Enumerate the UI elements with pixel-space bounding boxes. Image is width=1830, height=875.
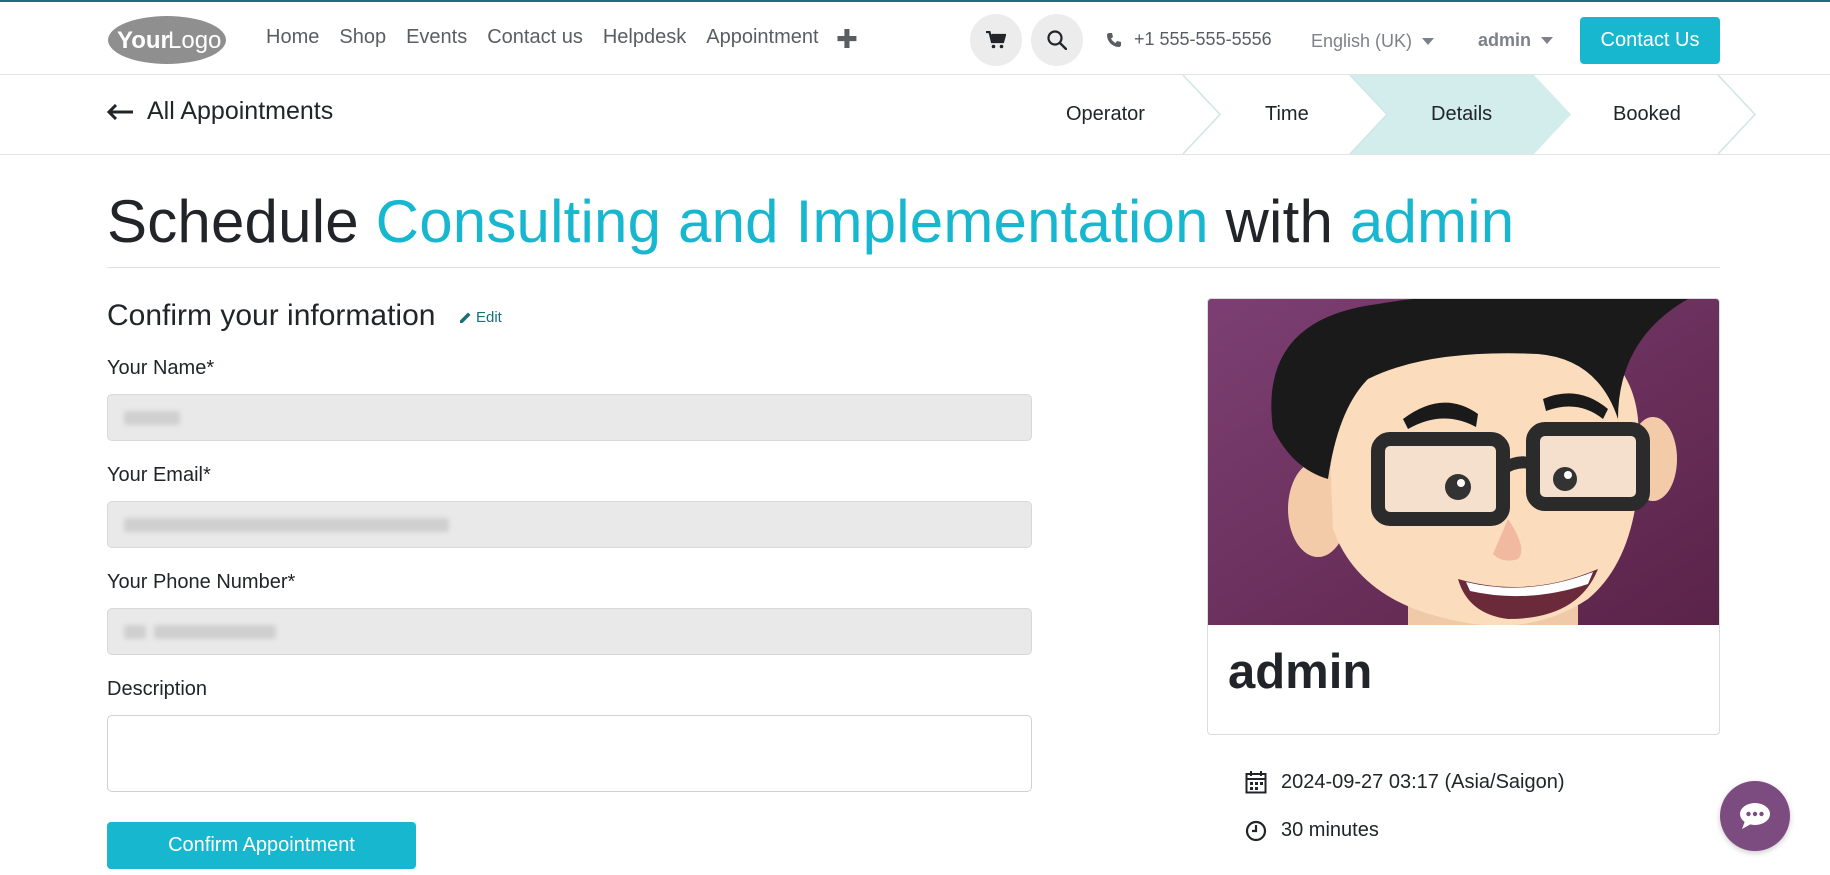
phone-number: +1 555-555-5556 — [1134, 29, 1272, 49]
booking-steps: Operator Time Details Booked — [1030, 75, 1830, 154]
phone-contact[interactable]: +1 555-555-5556 — [1106, 29, 1272, 50]
chevron-down-icon — [1422, 38, 1435, 45]
svg-text:Your: Your — [117, 27, 170, 54]
operator-name: admin — [1228, 645, 1373, 699]
main-menu: Home Shop Events Contact us Helpdesk App… — [266, 26, 819, 49]
back-label: All Appointments — [147, 97, 334, 125]
user-menu[interactable]: admin — [1478, 30, 1554, 51]
live-chat-button[interactable] — [1720, 781, 1790, 851]
language-label: English (UK) — [1311, 31, 1413, 51]
arrow-left-icon — [107, 103, 133, 120]
nav-events[interactable]: Events — [406, 26, 467, 49]
cart-button[interactable] — [970, 14, 1022, 66]
title-divider — [107, 267, 1720, 268]
email-field[interactable] — [107, 501, 1032, 548]
description-label: Description — [107, 678, 208, 700]
language-selector[interactable]: English (UK) — [1311, 31, 1435, 52]
redacted-value — [124, 411, 180, 425]
appointment-duration: 30 minutes — [1245, 819, 1379, 842]
operator-card: admin — [1207, 298, 1720, 735]
confirm-appointment-button[interactable]: Confirm Appointment — [107, 822, 416, 869]
cart-icon — [986, 31, 1006, 49]
name-label: Your Name* — [107, 357, 215, 379]
svg-text:Logo: Logo — [168, 27, 221, 54]
edit-link[interactable]: Edit — [459, 309, 502, 326]
nav-home[interactable]: Home — [266, 26, 319, 49]
title-service: Consulting and Implementation — [375, 188, 1209, 255]
confirm-info-heading: Confirm your information — [107, 299, 436, 332]
edit-label: Edit — [476, 309, 502, 326]
page-title: Schedule Consulting and Implementation w… — [107, 187, 1514, 256]
step-time: Time — [1265, 103, 1309, 125]
datetime-text: 2024-09-27 03:17 (Asia/Saigon) — [1281, 770, 1565, 793]
calendar-icon — [1245, 771, 1267, 794]
title-with: with — [1225, 188, 1334, 255]
nav-appointment[interactable]: Appointment — [706, 26, 818, 49]
redacted-value — [154, 625, 276, 639]
clock-icon — [1245, 820, 1267, 841]
top-navbar: Your Logo Home Shop Events Contact us He… — [0, 0, 1830, 75]
search-icon — [1047, 30, 1067, 50]
redacted-value — [124, 518, 449, 532]
title-prefix: Schedule — [107, 188, 359, 255]
pencil-icon — [460, 312, 471, 323]
description-textarea[interactable] — [107, 715, 1032, 792]
email-label: Your Email* — [107, 464, 211, 486]
title-operator: admin — [1349, 188, 1515, 255]
duration-text: 30 minutes — [1281, 819, 1379, 841]
step-details: Details — [1431, 103, 1493, 125]
search-button[interactable] — [1031, 14, 1083, 66]
redacted-value — [124, 625, 146, 639]
site-logo[interactable]: Your Logo — [107, 15, 227, 65]
step-booked: Booked — [1613, 103, 1681, 125]
name-field[interactable] — [107, 394, 1032, 441]
nav-shop[interactable]: Shop — [339, 26, 386, 49]
nav-contact-us[interactable]: Contact us — [487, 26, 583, 49]
phone-label: Your Phone Number* — [107, 571, 296, 593]
appointment-subbar: All Appointments Operator Time Details B… — [0, 75, 1830, 155]
appointment-datetime: 2024-09-27 03:17 (Asia/Saigon) — [1245, 770, 1565, 794]
chat-bubble-icon — [1740, 803, 1770, 829]
nav-helpdesk[interactable]: Helpdesk — [603, 26, 686, 49]
step-operator: Operator — [1066, 103, 1145, 125]
user-name: admin — [1478, 30, 1532, 50]
operator-avatar — [1208, 299, 1719, 639]
phone-icon — [1107, 32, 1121, 47]
phone-field[interactable] — [107, 608, 1032, 655]
plus-icon[interactable]: ✚ — [836, 24, 858, 55]
contact-us-button[interactable]: Contact Us — [1580, 17, 1720, 64]
back-to-appointments[interactable]: All Appointments — [107, 97, 333, 126]
chevron-down-icon — [1541, 37, 1554, 44]
